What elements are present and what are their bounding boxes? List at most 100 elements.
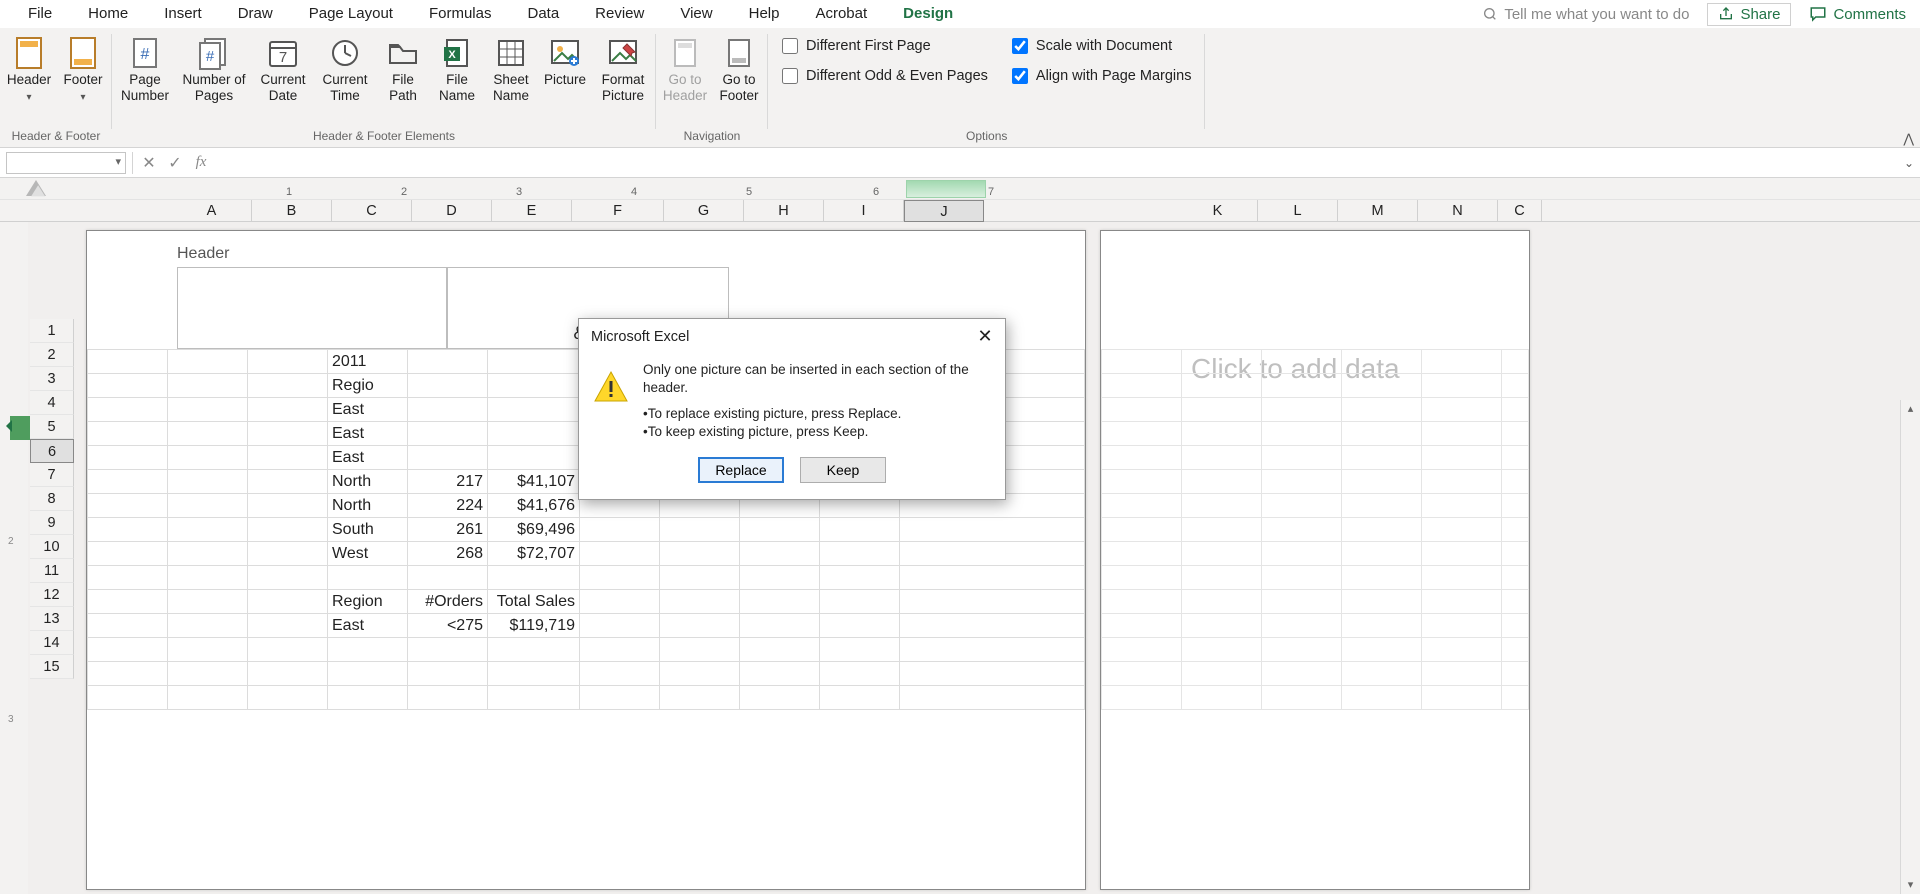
cell[interactable] [820, 518, 900, 542]
cell[interactable] [88, 638, 168, 662]
cell[interactable]: West [328, 542, 408, 566]
diff-first-page-input[interactable] [782, 38, 798, 54]
cell[interactable] [1502, 542, 1529, 566]
cell[interactable] [660, 590, 740, 614]
cell[interactable] [580, 686, 660, 710]
cell[interactable] [1342, 518, 1422, 542]
cell[interactable] [1502, 662, 1529, 686]
cell[interactable] [580, 542, 660, 566]
row-1[interactable]: 1 [30, 319, 74, 343]
col-N[interactable]: N [1418, 200, 1498, 222]
cell[interactable] [248, 686, 328, 710]
cell[interactable] [408, 422, 488, 446]
cell[interactable] [1422, 638, 1502, 662]
cell[interactable] [1502, 590, 1529, 614]
cell[interactable] [1102, 422, 1182, 446]
cell[interactable] [1102, 566, 1182, 590]
keep-button[interactable]: Keep [800, 457, 886, 483]
cell[interactable]: $119,719 [488, 614, 580, 638]
cell[interactable] [488, 422, 580, 446]
cell[interactable]: 2011 [328, 350, 408, 374]
col-I[interactable]: I [824, 200, 904, 222]
col-C[interactable]: C [332, 200, 412, 222]
cell[interactable] [1262, 374, 1342, 398]
goto-footer-button[interactable]: Go to Footer [716, 32, 762, 104]
col-B[interactable]: B [252, 200, 332, 222]
cell[interactable] [168, 494, 248, 518]
cell[interactable] [248, 518, 328, 542]
cell[interactable] [88, 662, 168, 686]
cell[interactable] [1422, 566, 1502, 590]
cell[interactable] [1342, 374, 1422, 398]
cell[interactable] [1502, 494, 1529, 518]
cell[interactable]: 261 [408, 518, 488, 542]
cell[interactable] [88, 614, 168, 638]
cell[interactable] [1342, 638, 1422, 662]
cell[interactable] [1342, 614, 1422, 638]
row-14[interactable]: 14 [30, 631, 74, 655]
cell-grid-2[interactable] [1101, 349, 1529, 710]
cell[interactable] [740, 638, 820, 662]
cell[interactable] [408, 662, 488, 686]
outline-indicator-3[interactable]: 3 [8, 714, 14, 725]
cell[interactable] [740, 518, 820, 542]
enter-icon[interactable]: ✓ [165, 153, 185, 173]
cell[interactable] [1502, 686, 1529, 710]
cell[interactable] [1262, 590, 1342, 614]
align-page-margins-input[interactable] [1012, 68, 1028, 84]
col-J[interactable]: J [904, 200, 984, 222]
cell[interactable] [1102, 518, 1182, 542]
cell[interactable] [88, 566, 168, 590]
cell[interactable] [1422, 350, 1502, 374]
cell[interactable] [408, 686, 488, 710]
scroll-up-button[interactable]: ▴ [1901, 400, 1920, 418]
cell[interactable] [1102, 590, 1182, 614]
cell[interactable] [1422, 590, 1502, 614]
cell[interactable] [1102, 686, 1182, 710]
cell[interactable] [1182, 422, 1262, 446]
cell[interactable] [328, 566, 408, 590]
cell[interactable] [1342, 590, 1422, 614]
col-A[interactable]: A [172, 200, 252, 222]
cell[interactable] [660, 614, 740, 638]
cell[interactable] [740, 590, 820, 614]
cell[interactable] [88, 494, 168, 518]
fx-icon[interactable]: fx [191, 153, 211, 173]
cell[interactable] [1422, 686, 1502, 710]
cell[interactable] [1102, 662, 1182, 686]
cell[interactable] [1422, 518, 1502, 542]
cell[interactable] [1182, 350, 1262, 374]
col-D[interactable]: D [412, 200, 492, 222]
cell[interactable]: $69,496 [488, 518, 580, 542]
cell[interactable] [820, 566, 900, 590]
align-page-margins-checkbox[interactable]: Align with Page Margins [1012, 68, 1192, 84]
cell[interactable] [328, 686, 408, 710]
cell[interactable]: <275 [408, 614, 488, 638]
cell[interactable] [1262, 614, 1342, 638]
picture-button[interactable]: Picture [542, 32, 588, 88]
cell[interactable] [1102, 350, 1182, 374]
col-H[interactable]: H [744, 200, 824, 222]
cell[interactable] [408, 350, 488, 374]
cell[interactable] [1102, 398, 1182, 422]
cell[interactable]: East [328, 398, 408, 422]
row-11[interactable]: 11 [30, 559, 74, 583]
cell[interactable] [1502, 638, 1529, 662]
cell[interactable] [168, 590, 248, 614]
row-6[interactable]: 6 [30, 439, 74, 463]
cell[interactable] [488, 566, 580, 590]
cell[interactable] [660, 686, 740, 710]
cell[interactable] [740, 566, 820, 590]
cell[interactable] [88, 350, 168, 374]
cell[interactable]: 224 [408, 494, 488, 518]
cell[interactable] [1422, 422, 1502, 446]
cell[interactable] [580, 662, 660, 686]
cell[interactable] [1502, 518, 1529, 542]
tab-help[interactable]: Help [731, 0, 798, 28]
cell[interactable] [580, 614, 660, 638]
cell[interactable] [1182, 518, 1262, 542]
cell[interactable] [1182, 662, 1262, 686]
cell[interactable] [1342, 422, 1422, 446]
cell[interactable] [1262, 662, 1342, 686]
cell[interactable] [168, 422, 248, 446]
